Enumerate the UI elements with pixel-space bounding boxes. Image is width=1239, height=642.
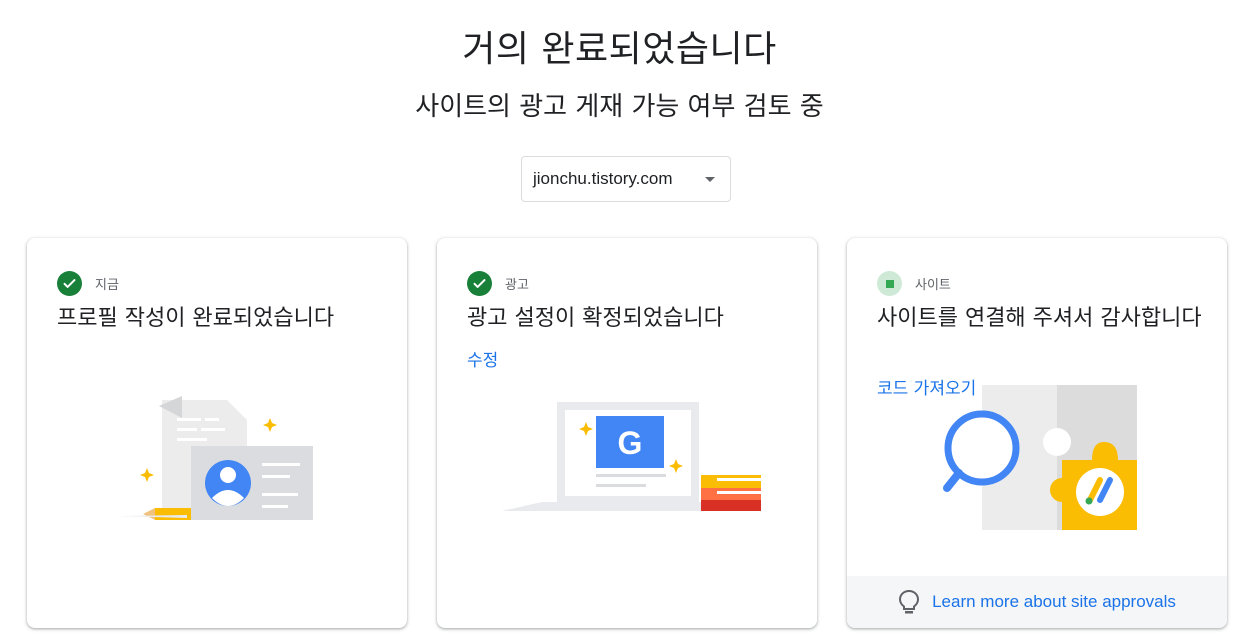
site-selector-dropdown[interactable]: jionchu.tistory.com bbox=[521, 156, 731, 202]
dropdown-caret-icon bbox=[705, 177, 715, 182]
card-title: 광고 설정이 확정되었습니다 bbox=[467, 306, 724, 331]
learn-more-site-approvals-link[interactable]: Learn more about site approvals bbox=[932, 592, 1176, 612]
page-subtitle: 사이트의 광고 게재 가능 여부 검토 중 bbox=[415, 92, 824, 122]
page-title: 거의 완료되었습니다 bbox=[462, 29, 777, 70]
site-connection-card: 사이트 사이트를 연결해 주셔서 감사합니다 코드 가져오기 Learn mor… bbox=[847, 238, 1227, 628]
svg-text:G: G bbox=[618, 425, 643, 461]
ad-settings-illustration: G bbox=[502, 402, 761, 511]
card-title: 사이트를 연결해 주셔서 감사합니다 bbox=[877, 306, 1202, 331]
site-approvals-footer: Learn more about site approvals bbox=[847, 576, 1227, 628]
check-circle-icon bbox=[57, 271, 82, 296]
site-status: 사이트 bbox=[877, 271, 951, 296]
status-label: 지금 bbox=[95, 278, 119, 293]
site-selector-value: jionchu.tistory.com bbox=[533, 169, 673, 188]
lightbulb-icon bbox=[899, 589, 920, 614]
card-title: 프로필 작성이 완료되었습니다 bbox=[57, 306, 335, 331]
profile-status: 지금 bbox=[57, 271, 119, 296]
check-circle-icon bbox=[467, 271, 492, 296]
profile-card: 지금 프로필 작성이 완료되었습니다 bbox=[27, 238, 407, 628]
status-label: 사이트 bbox=[915, 278, 951, 293]
site-connection-illustration bbox=[943, 385, 1137, 530]
edit-link[interactable]: 수정 bbox=[467, 346, 498, 371]
profile-illustration bbox=[117, 396, 313, 520]
status-label: 광고 bbox=[505, 278, 529, 293]
ad-settings-card: 광고 광고 설정이 확정되었습니다 수정 G bbox=[437, 238, 817, 628]
pending-status-icon bbox=[877, 271, 902, 296]
ad-settings-status: 광고 bbox=[467, 271, 529, 296]
